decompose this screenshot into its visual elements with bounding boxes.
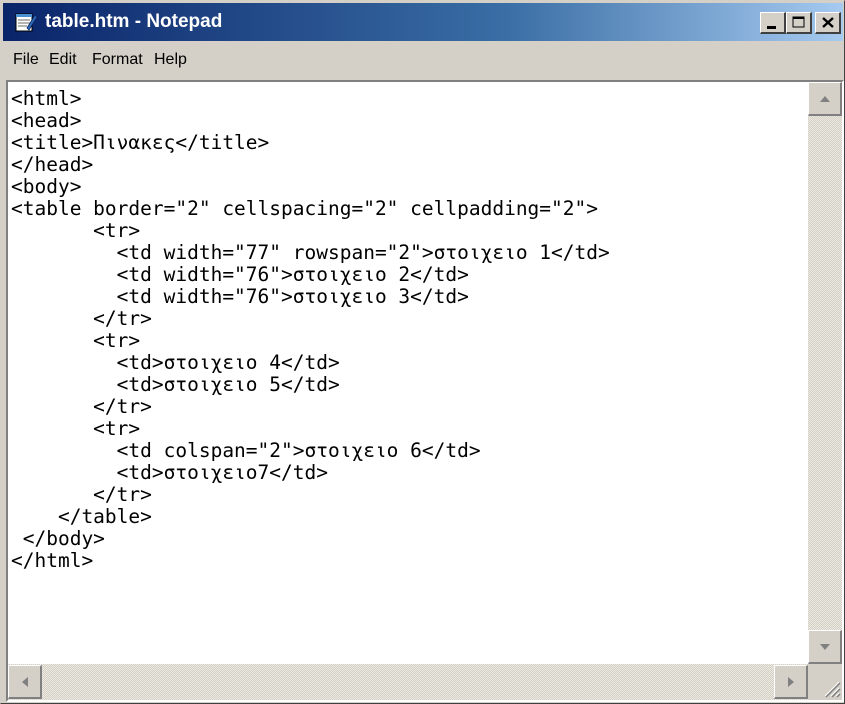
text-editor[interactable]: <html> <head> <title>Πινακες</title> </h… (6, 80, 844, 702)
code-line: </tr> (11, 483, 152, 506)
scroll-right-button[interactable] (774, 665, 808, 699)
editor-text-area[interactable]: <html> <head> <title>Πινακες</title> </h… (8, 82, 808, 664)
menu-bar: File Edit Format Help (3, 43, 843, 77)
scroll-left-button[interactable] (8, 665, 42, 699)
code-line: <table border="2" cellspacing="2" cellpa… (11, 197, 598, 220)
code-line: </body> (11, 527, 105, 550)
code-line: <title>Πινακες</title> (11, 131, 270, 154)
title-bar[interactable]: table.htm - Notepad (3, 3, 843, 41)
code-line: </tr> (11, 395, 152, 418)
code-line: <html> (11, 87, 82, 110)
resize-grip[interactable] (808, 664, 842, 700)
code-line: <td>στοιχειο 5</td> (11, 373, 340, 396)
notepad-icon[interactable] (13, 11, 38, 33)
code-line: <td>στοιχειο 4</td> (11, 351, 340, 374)
code-line: <td width="76">στοιχειο 2</td> (11, 263, 469, 286)
menu-edit[interactable]: Edit (45, 43, 81, 77)
code-line: <tr> (11, 219, 141, 242)
scroll-up-button[interactable] (808, 82, 842, 116)
code-line: </html> (11, 549, 94, 572)
code-line: <td width="76">στοιχειο 3</td> (11, 285, 469, 308)
menu-file[interactable]: File (9, 43, 43, 77)
code-line: </tr> (11, 307, 152, 330)
scroll-down-button[interactable] (808, 630, 842, 664)
notepad-window: table.htm - Notepad File Edit Format Hel… (0, 0, 845, 704)
code-line: <tr> (11, 417, 141, 440)
close-button[interactable] (815, 12, 841, 34)
menu-format[interactable]: Format (88, 43, 147, 77)
code-line: <td colspan="2">στοιχειο 6</td> (11, 439, 481, 462)
vertical-scrollbar[interactable] (808, 82, 842, 664)
horizontal-scrollbar[interactable] (8, 664, 808, 700)
code-line: <tr> (11, 329, 141, 352)
minimize-button[interactable] (760, 12, 786, 34)
maximize-button[interactable] (786, 12, 812, 34)
code-line: <td width="77" rowspan="2">στοιχειο 1</t… (11, 241, 610, 264)
resize-grip-icon (808, 681, 842, 700)
code-line: <body> (11, 175, 82, 198)
window-title: table.htm - Notepad (45, 11, 223, 32)
code-line: <td>στοιχειο7</td> (11, 461, 328, 484)
code-line: </table> (11, 505, 152, 528)
menu-help[interactable]: Help (150, 43, 191, 77)
code-line: </head> (11, 153, 94, 176)
code-line: <head> (11, 109, 82, 132)
